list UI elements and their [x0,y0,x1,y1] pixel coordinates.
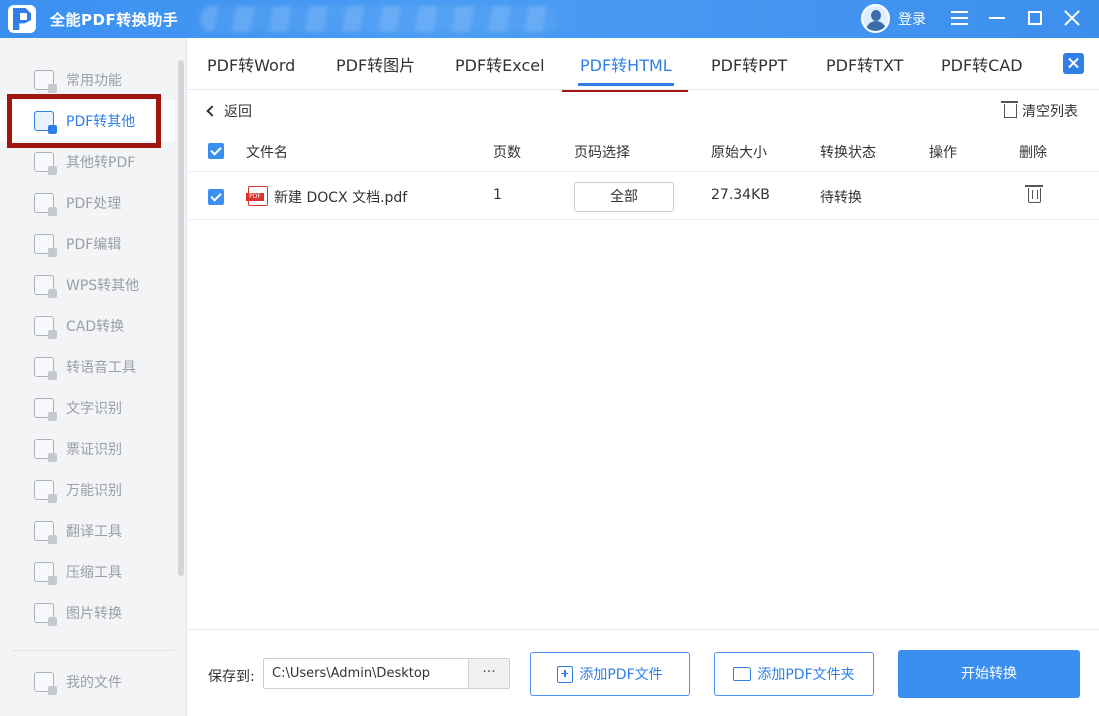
sidebar-item-wps[interactable]: WPS转其他 [0,264,175,305]
sidebar-item-label: 转语音工具 [66,359,136,376]
column-header-page-select: 页码选择 [574,145,630,161]
column-header-delete: 删除 [1019,145,1047,161]
sidebar-item-my-files[interactable]: 我的文件 [0,661,175,702]
sidebar-item-pdf-edit[interactable]: PDF编辑 [0,223,175,264]
column-header-pages: 页数 [493,145,521,161]
maximize-icon[interactable] [1023,6,1047,30]
tab-pdf-to-word[interactable]: PDF转Word [207,52,295,76]
sidebar-item-label: 文字识别 [66,400,122,417]
cad-icon [34,315,57,339]
voice-icon [34,356,57,380]
column-header-filename: 文件名 [246,145,288,161]
delete-trash-icon[interactable] [1025,185,1043,203]
camera-icon [34,479,57,503]
row-checkbox[interactable] [208,189,224,205]
sidebar-item-cad[interactable]: CAD转换 [0,305,175,346]
table-row: PDF 新建 DOCX 文档.pdf 1 全部 27.34KB 待转换 [188,172,1099,220]
bottom-bar: 保存到: C:\Users\Admin\Desktop ··· 添加PDF文件 … [188,629,1099,716]
add-pdf-folder-button[interactable]: 添加PDF文件夹 [714,652,874,696]
column-header-status: 转换状态 [820,145,876,161]
tab-pdf-to-html[interactable]: PDF转HTML [580,52,672,76]
sidebar-item-voice[interactable]: 转语音工具 [0,346,175,387]
clear-list-button[interactable]: 清空列表 [1001,101,1078,121]
sidebar-item-pdf-process[interactable]: PDF处理 [0,182,175,223]
clear-label: 清空列表 [1022,104,1078,120]
select-all-checkbox[interactable] [208,143,224,159]
pdf-file-icon: PDF [246,186,268,206]
sidebar-item-universal[interactable]: 万能识别 [0,469,175,510]
app-title: 全能PDF转换助手 [50,11,179,29]
convert-status: 待转换 [820,190,862,206]
to-pdf-icon [34,151,57,175]
add-file-label: 添加PDF文件 [579,667,663,683]
trash-icon [1001,101,1018,118]
column-header-size: 原始大小 [711,145,767,161]
sidebar-item-label: PDF编辑 [66,236,122,253]
sidebar-item-label: 万能识别 [66,482,122,499]
tab-pdf-to-excel[interactable]: PDF转Excel [455,52,545,76]
tab-pdf-to-image[interactable]: PDF转图片 [336,52,415,76]
ocr-icon [34,397,57,421]
sidebar-item-label: 常用功能 [66,72,122,89]
sidebar-item-translate[interactable]: 翻译工具 [0,510,175,551]
pdf-edit-icon [34,233,57,257]
add-folder-label: 添加PDF文件夹 [757,667,855,683]
column-header-action: 操作 [929,145,957,161]
title-bar: 全能PDF转换助手 登录 [0,0,1099,38]
save-path-value: C:\Users\Admin\Desktop [272,666,431,681]
table-header: 文件名 页数 页码选择 原始大小 转换状态 操作 删除 [188,130,1099,172]
browse-button[interactable]: ··· [468,659,509,688]
sidebar-item-label: 压缩工具 [66,564,122,581]
pdf-process-icon [34,192,57,216]
menu-icon[interactable] [948,6,972,30]
tab-close-icon[interactable] [1063,53,1084,74]
add-pdf-file-button[interactable]: 添加PDF文件 [530,652,690,696]
sidebar-item-label: WPS转其他 [66,277,140,294]
sidebar-item-label: 图片转换 [66,605,122,622]
file-size: 27.34KB [711,187,770,203]
tab-pdf-to-cad[interactable]: PDF转CAD [941,52,1023,76]
translate-icon [34,520,57,544]
tab-pdf-to-txt[interactable]: PDF转TXT [826,52,903,76]
save-to-label: 保存到: [208,669,255,685]
wps-icon [34,274,57,298]
sidebar-item-label: CAD转换 [66,318,125,335]
sidebar-item-label: 票证识别 [66,441,122,458]
sidebar-divider [12,650,175,651]
highlight-box-sidebar [7,94,161,148]
sidebar-item-label: PDF处理 [66,195,122,212]
avatar[interactable] [861,4,890,33]
sidebar-item-label: 我的文件 [66,674,122,691]
title-decoration [200,6,560,32]
file-name: 新建 DOCX 文档.pdf [274,190,408,206]
sidebar-item-label: 翻译工具 [66,523,122,540]
minimize-icon[interactable] [986,6,1010,30]
app-logo-icon [8,5,36,33]
active-tab-underline [578,83,674,86]
sidebar-item-ticket[interactable]: 票证识别 [0,428,175,469]
sidebar-item-ocr[interactable]: 文字识别 [0,387,175,428]
ticket-icon [34,438,57,462]
login-link[interactable]: 登录 [898,9,926,29]
page-count: 1 [493,187,502,203]
folder-icon [733,667,752,681]
sidebar-item-compress[interactable]: 压缩工具 [0,551,175,592]
sidebar-item-label: 其他转PDF [66,154,136,171]
save-path-input[interactable]: C:\Users\Admin\Desktop ··· [263,658,510,689]
back-label: 返回 [224,104,252,120]
page-select-button[interactable]: 全部 [574,182,674,212]
folder-icon [34,671,57,695]
zip-icon [34,561,57,585]
back-button[interactable]: 返回 [206,101,252,121]
close-icon[interactable] [1060,6,1084,30]
tab-bar: PDF转Word PDF转图片 PDF转Excel PDF转HTML PDF转P… [188,38,1099,90]
add-file-icon [557,665,574,683]
sidebar-item-image[interactable]: 图片转换 [0,592,175,633]
chevron-left-icon [206,105,218,117]
sidebar-scrollbar[interactable] [178,60,184,576]
star-grid-icon [34,69,57,93]
tab-pdf-to-ppt[interactable]: PDF转PPT [711,52,787,76]
image-icon [34,602,57,626]
start-convert-button[interactable]: 开始转换 [898,650,1080,698]
